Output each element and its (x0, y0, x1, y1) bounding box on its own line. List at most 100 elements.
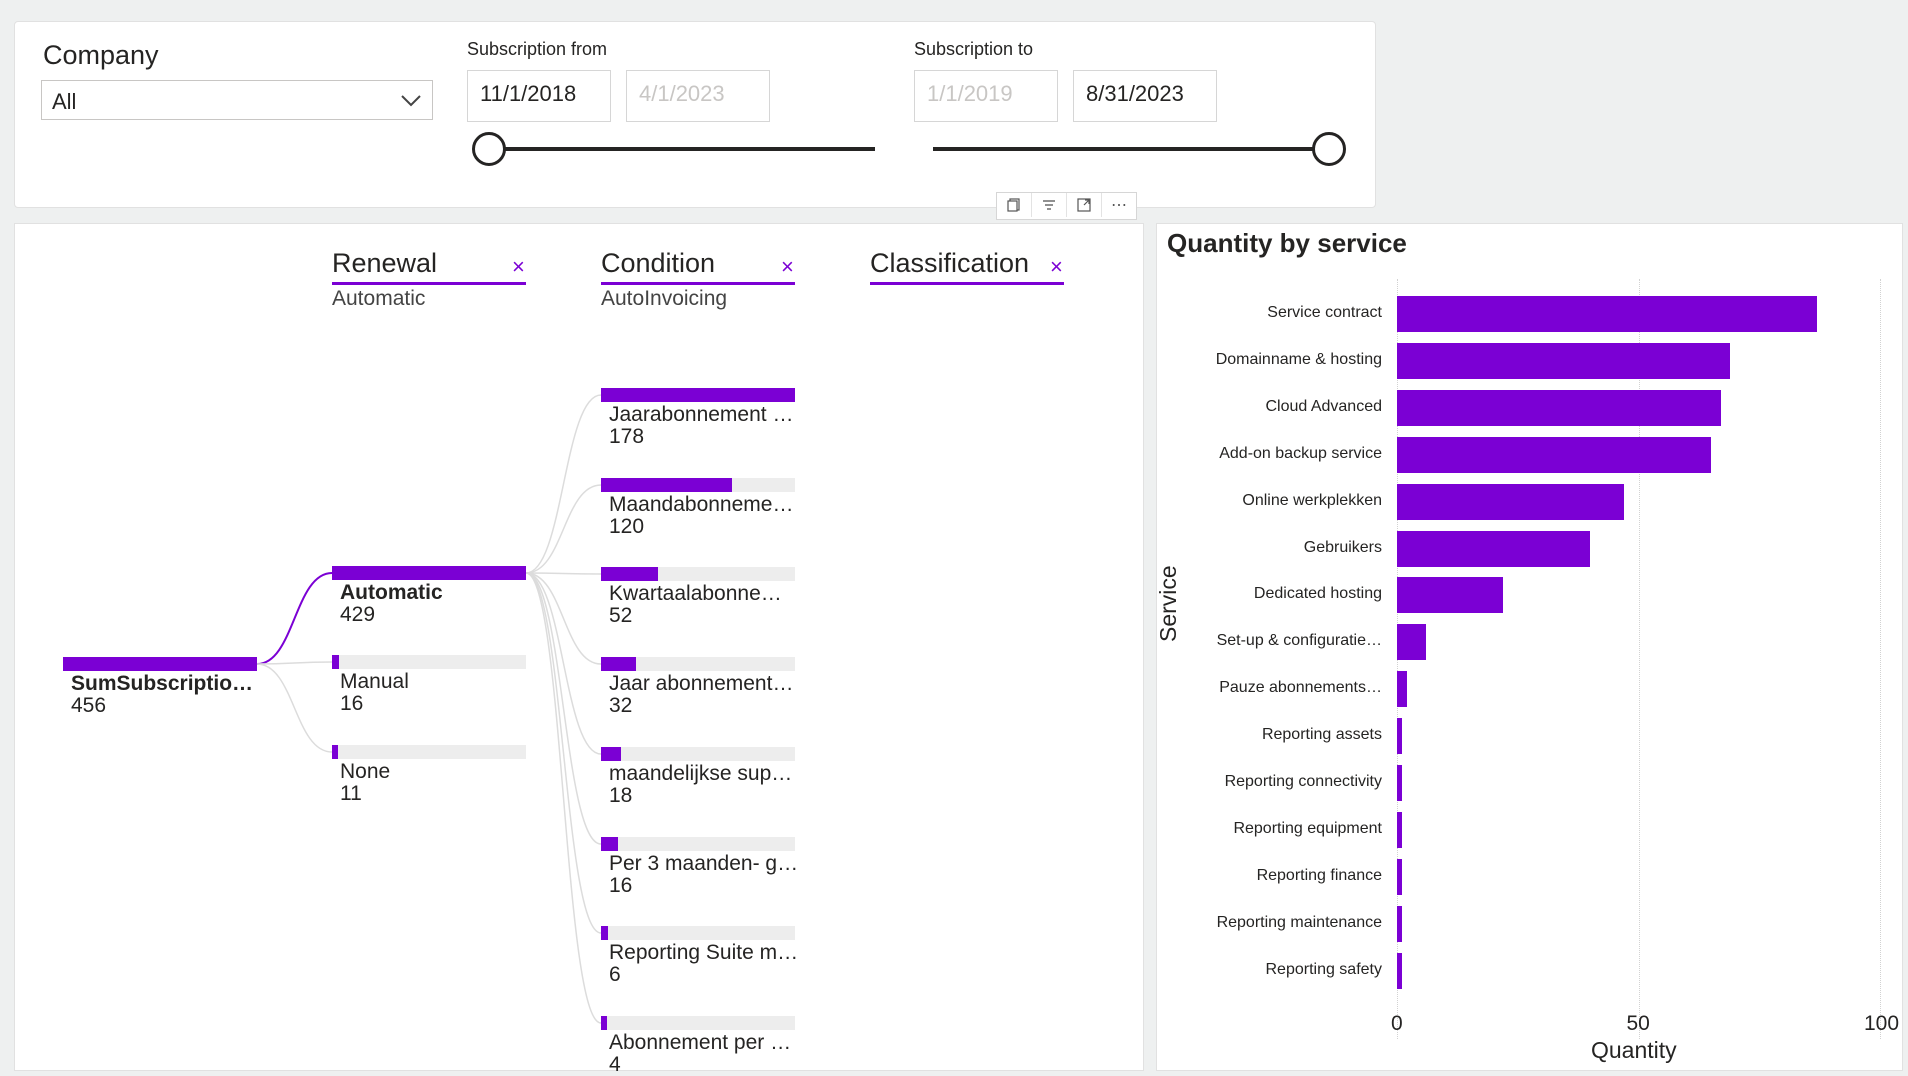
subscription-from-label: Subscription from (467, 39, 608, 59)
category-label: Reporting assets (1261, 726, 1382, 744)
x-axis-label: Quantity (1591, 1037, 1677, 1063)
tree-node-root-bar (63, 657, 257, 671)
subscription-to-slider-thumb[interactable] (1312, 132, 1346, 166)
bar[interactable] (1397, 624, 1426, 661)
tree-node-condition-0-label: Jaarabonnement … (609, 403, 794, 426)
company-dropdown[interactable]: All (41, 80, 433, 120)
subscription-from-end-input[interactable]: 4/1/2023 (626, 70, 770, 122)
chevron-down-icon (401, 95, 421, 107)
category-label: Set-up & configuratie… (1216, 632, 1382, 650)
remove-level-classification-icon[interactable]: × (1050, 254, 1063, 280)
tree-node-renewal-1-value: 16 (340, 692, 364, 715)
tree-node-condition-6-bar (601, 926, 608, 940)
bar[interactable] (1397, 342, 1731, 379)
bar[interactable] (1397, 436, 1711, 473)
subscription-from-start-input[interactable]: 11/1/2018 (467, 70, 611, 122)
level-underline-renewal (332, 282, 526, 285)
tree-node-condition-7-bar (601, 1016, 607, 1030)
tree-node-condition-2-label: Kwartaalabonne… (609, 582, 782, 605)
level-underline-condition (601, 282, 795, 285)
tree-connector (525, 572, 602, 575)
bar[interactable] (1397, 483, 1624, 520)
x-tick-label: 50 (1626, 1012, 1650, 1035)
tree-node-condition-1-value: 120 (609, 515, 645, 538)
tree-node-condition-4-label: maandelijkse sup… (609, 762, 793, 785)
tree-node-condition-5-label: Per 3 maanden- g… (609, 852, 799, 875)
tree-node-condition-3-value: 32 (609, 694, 633, 717)
filter-icon[interactable] (1032, 193, 1067, 217)
category-label: Add-on backup service (1219, 444, 1382, 462)
tree-node-condition-6-label: Reporting Suite m… (609, 941, 799, 964)
category-label: Reporting finance (1256, 866, 1382, 884)
tree-node-condition-5-bar (601, 837, 619, 851)
subscription-from-slider-track[interactable] (489, 147, 875, 151)
remove-level-condition-icon[interactable]: × (781, 254, 794, 280)
bar[interactable] (1397, 389, 1721, 426)
tree-node-condition-5-value: 16 (609, 874, 633, 897)
level-title-classification: Classification (870, 248, 1030, 278)
tree-node-renewal-2-label: None (340, 760, 391, 783)
category-label: Gebruikers (1303, 538, 1382, 556)
tree-node-condition-0-value: 178 (609, 425, 645, 448)
subscription-to-end-input[interactable]: 8/31/2023 (1073, 70, 1217, 122)
bar[interactable] (1397, 905, 1402, 942)
x-gridline (1880, 279, 1881, 1039)
bar[interactable] (1397, 577, 1504, 614)
subscription-to-label: Subscription to (914, 39, 1034, 59)
tree-node-renewal-1-bar-track (332, 655, 526, 669)
tree-node-renewal-0-value: 429 (340, 603, 376, 626)
level-selected-condition: AutoInvoicing (601, 287, 728, 310)
category-label: Pauze abonnements… (1219, 679, 1382, 697)
company-dropdown-value: All (52, 89, 77, 114)
category-label: Cloud Advanced (1265, 397, 1382, 415)
tree-node-condition-3-bar (601, 657, 636, 671)
level-selected-renewal: Automatic (332, 287, 426, 310)
decomposition-tree: Renewal × Automatic Condition × AutoInvo… (14, 223, 1144, 1076)
bar[interactable] (1397, 530, 1591, 567)
tree-node-condition-1-label: Maandabonneme… (609, 493, 794, 516)
level-title-condition: Condition (601, 248, 716, 278)
tree-node-root-label: SumSubscriptio… (71, 672, 254, 695)
tree-connector (525, 484, 602, 574)
tree-node-renewal-0-bar (332, 566, 526, 580)
visual-header: ⋯ (996, 192, 1137, 220)
category-label: Domainname & hosting (1215, 350, 1382, 368)
tree-node-condition-4-value: 18 (609, 784, 633, 807)
bar[interactable] (1397, 718, 1402, 755)
tree-connector (256, 663, 333, 753)
category-label: Reporting maintenance (1216, 913, 1382, 931)
tree-node-condition-6-bar-track (601, 926, 795, 940)
tree-connector (256, 572, 333, 665)
bar[interactable] (1397, 296, 1818, 332)
bar[interactable] (1397, 811, 1402, 848)
bar[interactable] (1397, 671, 1407, 708)
tree-node-renewal-0-label: Automatic (340, 581, 443, 604)
tree-node-condition-7-bar-track (601, 1016, 795, 1030)
tree-node-condition-2-bar (601, 567, 658, 581)
copy-icon[interactable] (997, 193, 1032, 217)
tree-node-condition-3-label: Jaar abonnement… (609, 672, 794, 695)
x-tick-label: 100 (1864, 1012, 1900, 1035)
filters-panel: Company All Subscription from 11/1/2018 … (14, 21, 1376, 208)
tree-node-renewal-1-bar (332, 655, 340, 669)
bar[interactable] (1397, 765, 1402, 801)
remove-level-renewal-icon[interactable]: × (512, 254, 525, 280)
y-axis-label: Service (1155, 565, 1181, 642)
bar[interactable] (1397, 952, 1402, 989)
more-options-icon[interactable]: ⋯ (1102, 193, 1136, 217)
tree-node-condition-7-label: Abonnement per … (609, 1031, 792, 1054)
tree-node-condition-1-bar (601, 478, 732, 492)
tree-node-renewal-2-bar-track (332, 745, 526, 759)
tree-node-condition-2-value: 52 (609, 604, 633, 627)
subscription-from-slider-thumb[interactable] (472, 132, 506, 166)
tree-node-renewal-2-bar (332, 745, 338, 759)
level-title-renewal: Renewal (332, 248, 438, 278)
tree-connector (525, 572, 602, 755)
company-label: Company (43, 40, 159, 70)
bar[interactable] (1397, 858, 1402, 895)
tree-node-condition-4-bar (601, 747, 621, 761)
subscription-to-start-input[interactable]: 1/1/2019 (914, 70, 1058, 122)
focus-mode-icon[interactable] (1067, 193, 1102, 217)
chart-title: Quantity by service (1167, 228, 1407, 258)
subscription-to-slider-track[interactable] (933, 147, 1329, 151)
